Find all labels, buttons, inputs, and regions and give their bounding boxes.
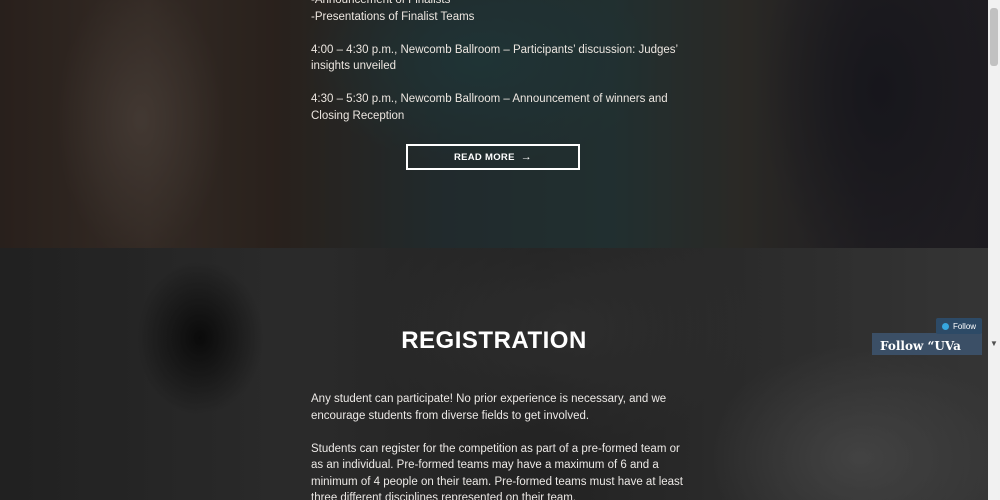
follow-button-label: Follow <box>952 321 977 331</box>
registration-paragraph-2: Students can register for the competitio… <box>311 442 683 500</box>
schedule-text: -Announcement of Finalists -Presentation… <box>311 0 691 141</box>
registration-title: REGISTRATION <box>401 327 587 354</box>
follow-panel-title: Follow “UVa <box>880 339 961 353</box>
read-more-label: READ MORE <box>453 151 515 163</box>
read-more-button[interactable]: READ MORE → <box>406 144 580 170</box>
follow-panel[interactable]: Follow “UVa <box>872 333 982 355</box>
registration-section: REGISTRATION Any student can participate… <box>0 248 988 500</box>
wordpress-icon <box>941 322 949 330</box>
chevron-down-icon[interactable]: ▼ <box>989 339 999 349</box>
vertical-scrollbar[interactable]: ▼ <box>988 0 1000 500</box>
registration-text: Any student can participate! No prior ex… <box>311 391 686 500</box>
follow-button[interactable]: Follow <box>936 318 982 334</box>
registration-paragraph-1: Any student can participate! No prior ex… <box>311 393 667 422</box>
schedule-line-discussion: 4:00 – 4:30 p.m., Newcomb Ballroom – Par… <box>311 43 678 73</box>
arrow-right-icon: → <box>520 151 533 163</box>
schedule-line-finalists: -Announcement of Finalists <box>311 0 451 6</box>
scrollbar-thumb[interactable] <box>990 8 998 66</box>
schedule-line-presentations: -Presentations of Finalist Teams <box>311 10 475 23</box>
hero-section: -Announcement of Finalists -Presentation… <box>0 0 988 248</box>
schedule-line-closing: 4:30 – 5:30 p.m., Newcomb Ballroom – Ann… <box>311 93 668 122</box>
